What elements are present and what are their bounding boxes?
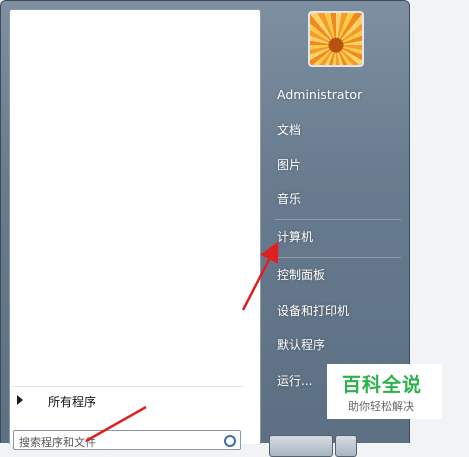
search-icon[interactable] [224, 435, 236, 447]
right-item-documents[interactable]: 文档 [269, 116, 403, 144]
watermark-title: 百科全说 [342, 374, 423, 396]
right-item-computer[interactable]: 计算机 [269, 223, 403, 251]
right-item-control-panel[interactable]: 控制面板 [269, 261, 403, 289]
search-box[interactable] [13, 430, 241, 450]
right-item-pictures[interactable]: 图片 [269, 151, 403, 179]
left-pane-divider [11, 386, 243, 387]
watermark-subtitle: 助你轻松解决 [348, 400, 414, 413]
shutdown-options-button[interactable] [335, 435, 357, 457]
right-item-administrator[interactable]: Administrator [269, 81, 403, 109]
user-avatar[interactable] [308, 11, 364, 67]
right-item-default-programs[interactable]: 默认程序 [269, 331, 403, 359]
all-programs-label: 所有程序 [48, 395, 97, 409]
right-divider [275, 219, 401, 220]
right-item-devices-printers[interactable]: 设备和打印机 [269, 297, 403, 325]
search-input[interactable] [14, 433, 219, 449]
right-item-music[interactable]: 音乐 [269, 185, 403, 213]
shutdown-button[interactable] [269, 435, 333, 457]
all-programs-button[interactable]: 所有程序 [9, 390, 243, 412]
watermark: 百科全说 助你轻松解决 [327, 364, 442, 419]
triangle-right-icon [17, 395, 23, 405]
right-divider [275, 257, 401, 258]
programs-pane [9, 9, 261, 444]
